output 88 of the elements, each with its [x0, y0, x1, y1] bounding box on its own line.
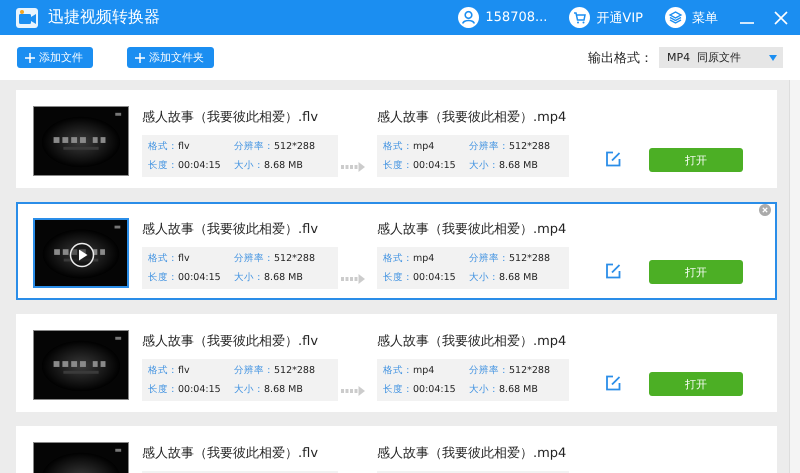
field-value: 512*288 — [274, 141, 316, 152]
edit-icon[interactable] — [605, 151, 621, 167]
field-value: 512*288 — [274, 253, 316, 264]
add-button[interactable]: 添加文件夹 — [127, 47, 214, 68]
file-name: 感人故事（我要彼此相爱）.mp4 — [377, 333, 566, 351]
field-label: 格式： — [148, 365, 178, 376]
file-card[interactable]: 感人故事（我要彼此相爱）.flv 格式：flv 分辨率：512*288 长度：00:04:15 大小：8.68 MB 感人故事（我要彼此相爱）.mp4 格式：mp4 分辨率：512*288 长度：00:04:15 大小：8.68 MB 打开 — [16, 202, 777, 300]
remove-icon[interactable] — [759, 204, 771, 216]
field-label: 长度： — [148, 160, 178, 170]
field-value: mp4 — [413, 365, 434, 376]
layers-icon — [665, 7, 686, 28]
field-label: 大小： — [469, 384, 499, 394]
arrow-icon — [341, 386, 365, 396]
vip-link[interactable]: 开通VIP — [569, 7, 643, 28]
field-label: 大小： — [469, 272, 499, 282]
field-label: 长度： — [148, 384, 178, 394]
cart-icon — [569, 7, 590, 28]
edit-icon[interactable] — [605, 263, 621, 279]
field-label: 长度： — [383, 384, 413, 394]
caret-icon — [769, 54, 777, 60]
field-label: 格式： — [148, 141, 178, 152]
arrow-icon — [341, 162, 365, 172]
field-value: 00:04:15 — [413, 160, 456, 170]
field-value: flv — [178, 141, 190, 152]
field-label: 格式： — [383, 365, 413, 376]
field-value: 8.68 MB — [264, 384, 303, 394]
window-title: 迅捷视频转换器 — [48, 7, 160, 28]
play-icon[interactable] — [69, 242, 95, 268]
field-value: 8.68 MB — [499, 160, 538, 170]
arrow-icon — [341, 274, 365, 284]
open-button[interactable]: 打开 — [649, 148, 743, 172]
file-name: 感人故事（我要彼此相爱）.flv — [142, 109, 318, 127]
field-value: 8.68 MB — [499, 384, 538, 394]
field-value: mp4 — [413, 253, 434, 264]
file-name: 感人故事（我要彼此相爱）.flv — [142, 333, 318, 351]
add-button[interactable]: 添加文件 — [17, 47, 93, 68]
file-card[interactable]: 感人故事（我要彼此相爱）.flv 格式：flv 分辨率：512*288 长度：00:04:15 大小：8.68 MB 感人故事（我要彼此相爱）.mp4 格式：mp4 分辨率：512*288 长度：00:04:15 大小：8.68 MB 打开 — [16, 314, 777, 412]
field-label: 格式： — [383, 253, 413, 264]
field-label: 分辨率： — [234, 253, 274, 264]
field-value: 8.68 MB — [264, 160, 303, 170]
field-label: 分辨率： — [234, 141, 274, 152]
field-label: 大小： — [234, 384, 264, 394]
edit-icon[interactable] — [605, 375, 621, 391]
logo-icon — [16, 8, 38, 28]
field-value: 00:04:15 — [413, 384, 456, 394]
user-account[interactable]: 158708... — [458, 7, 548, 28]
field-value: 512*288 — [509, 141, 550, 152]
scrollbar[interactable] — [789, 80, 800, 473]
file-name: 感人故事（我要彼此相爱）.mp4 — [377, 109, 566, 127]
field-value: mp4 — [413, 141, 434, 152]
output-format-label: 输出格式： — [588, 50, 653, 66]
field-value: 512*288 — [509, 365, 550, 376]
field-label: 分辨率： — [469, 253, 509, 264]
user-icon — [458, 7, 480, 28]
field-label: 大小： — [469, 160, 499, 170]
field-value: 8.68 MB — [499, 272, 538, 282]
field-value: 00:04:15 — [178, 160, 221, 170]
file-name: 感人故事（我要彼此相爱）.flv — [142, 445, 318, 463]
file-name: 感人故事（我要彼此相爱）.mp4 — [377, 221, 566, 239]
plus-icon — [135, 52, 145, 62]
field-label: 长度： — [148, 272, 178, 282]
plus-icon — [25, 52, 35, 62]
open-button[interactable]: 打开 — [649, 260, 743, 284]
field-value: 00:04:15 — [178, 384, 221, 394]
field-value: 00:04:15 — [178, 272, 221, 282]
field-label: 格式： — [383, 141, 413, 152]
field-label: 大小： — [234, 272, 264, 282]
open-button[interactable]: 打开 — [649, 372, 743, 396]
menu-link[interactable]: 菜单 — [665, 7, 718, 28]
file-name: 感人故事（我要彼此相爱）.mp4 — [377, 445, 566, 463]
field-value: 00:04:15 — [413, 272, 456, 282]
field-label: 长度： — [383, 272, 413, 282]
field-label: 大小： — [234, 160, 264, 170]
file-name: 感人故事（我要彼此相爱）.flv — [142, 221, 318, 239]
field-label: 分辨率： — [234, 365, 274, 376]
field-value: 512*288 — [509, 253, 550, 264]
file-card[interactable]: 感人故事（我要彼此相爱）.flv 格式：flv 分辨率：512*288 长度：00:04:15 大小：8.68 MB 感人故事（我要彼此相爱）.mp4 格式：mp4 分辨率：512*288 长度：00:04:15 大小：8.68 MB 打开 — [16, 90, 777, 188]
field-value: 512*288 — [274, 365, 316, 376]
file-card[interactable]: 感人故事（我要彼此相爱）.flv 感人故事（我要彼此相爱）.mp4 — [16, 426, 777, 473]
close-icon[interactable] — [774, 10, 788, 24]
field-value: 8.68 MB — [264, 272, 303, 282]
field-label: 分辨率： — [469, 365, 509, 376]
field-label: 分辨率： — [469, 141, 509, 152]
field-value: flv — [178, 365, 190, 376]
field-value: flv — [178, 253, 190, 264]
field-label: 格式： — [148, 253, 178, 264]
field-label: 长度： — [383, 160, 413, 170]
format-dropdown[interactable]: MP4 同原文件 — [659, 47, 783, 68]
